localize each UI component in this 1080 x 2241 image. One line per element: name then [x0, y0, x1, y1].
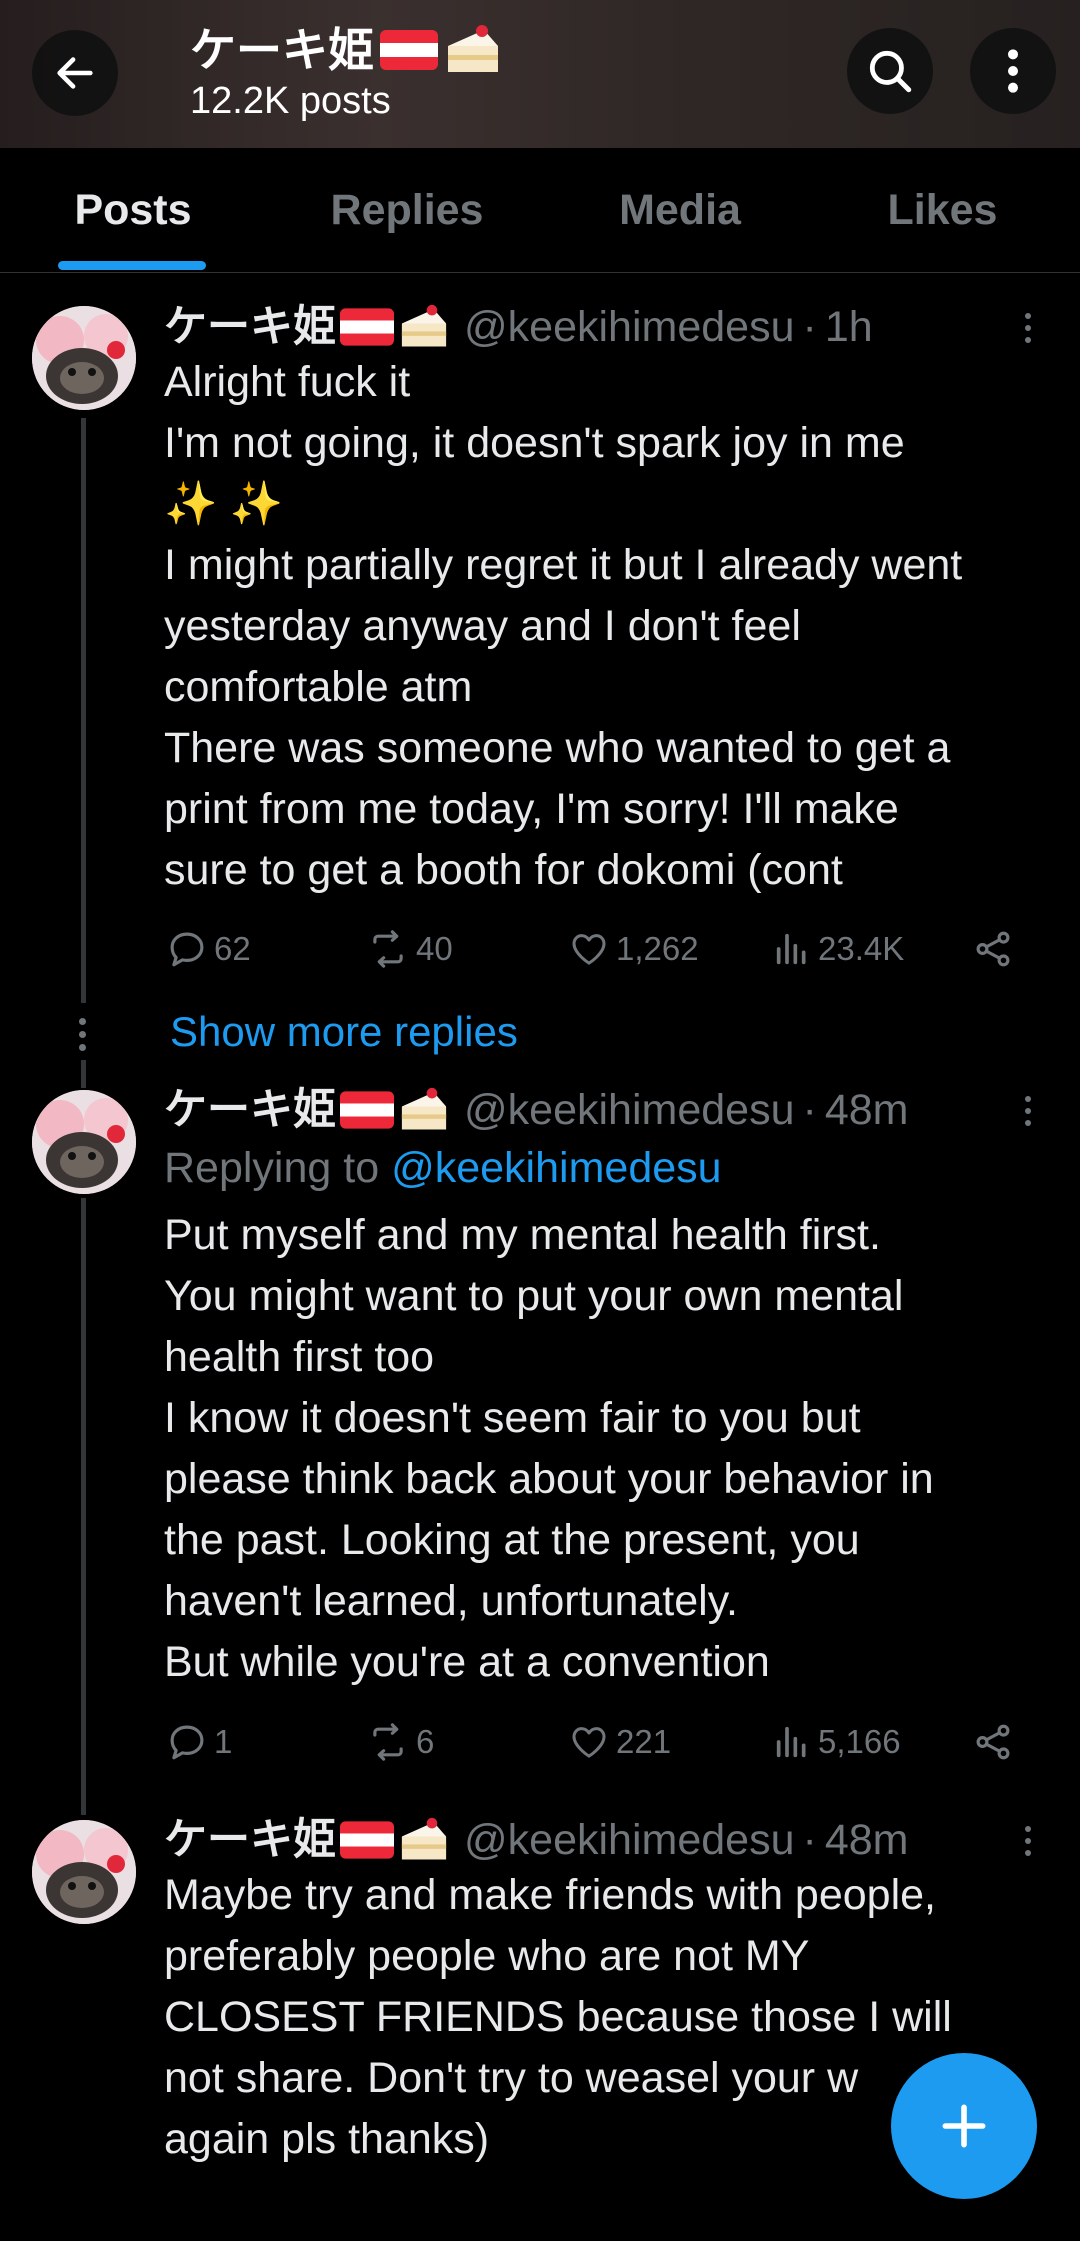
cake-icon: [401, 1817, 447, 1860]
reply-button[interactable]: 62: [166, 921, 251, 977]
post-more-button[interactable]: [1010, 303, 1046, 353]
repost-icon: [373, 1723, 403, 1761]
post-header: ケーキ姫 @keekihimedesu · 48m: [164, 1813, 908, 1867]
share-button[interactable]: [972, 1714, 1014, 1770]
active-tab-indicator: [58, 261, 206, 270]
post-header: ケーキ姫 @keekihimedesu · 48m: [164, 1083, 908, 1137]
post-header: ケーキ姫 @keekihimedesu · 1h: [164, 300, 873, 354]
thread-gap-dots: [79, 1018, 87, 1057]
arrow-left-icon: [57, 57, 93, 89]
more-options-button[interactable]: [970, 28, 1056, 114]
views-button[interactable]: 23.4K: [772, 921, 904, 977]
austria-flag-icon: [340, 1821, 394, 1859]
author-name-text: ケーキ姫: [164, 1816, 336, 1864]
cake-icon: [401, 1087, 447, 1130]
replying-mention[interactable]: @keekihimedesu: [391, 1144, 721, 1192]
profile-name: ケーキ姫: [190, 22, 502, 78]
replying-to: Replying to @keekihimedesu: [164, 1140, 722, 1196]
thread-line: [81, 418, 86, 1003]
tab-posts[interactable]: Posts: [40, 148, 226, 273]
post-time[interactable]: 48m: [825, 1813, 909, 1867]
author-handle[interactable]: @keekihimedesu: [464, 1813, 794, 1867]
profile-header: ケーキ姫 12.2K posts: [0, 0, 1080, 148]
reply-button[interactable]: 1: [166, 1714, 232, 1770]
avatar-image: [32, 1090, 136, 1194]
view-count: 5,166: [818, 1723, 901, 1760]
author-name-text: ケーキ姫: [164, 1086, 336, 1134]
avatar-image: [32, 1820, 136, 1924]
more-vertical-icon: [1025, 1826, 1031, 1856]
more-vertical-icon: [1025, 313, 1031, 343]
repost-count: 6: [416, 1723, 435, 1760]
views-icon: [776, 933, 806, 965]
post-actions: 62 40 1,262 23.4K: [164, 921, 1044, 977]
separator-dot: ·: [802, 303, 817, 351]
austria-flag-icon: [340, 1091, 394, 1129]
repost-button[interactable]: 6: [366, 1714, 434, 1770]
austria-flag-icon: [380, 30, 438, 70]
like-button[interactable]: 1,262: [568, 921, 699, 977]
like-count: 221: [616, 1723, 672, 1760]
reply-count: 1: [214, 1723, 233, 1760]
post-time[interactable]: 48m: [825, 1083, 909, 1137]
thread-line: [81, 1198, 86, 1815]
tab-replies[interactable]: Replies: [300, 148, 514, 273]
separator-dot: ·: [802, 1816, 817, 1864]
post-text: Put myself and my mental health first. Y…: [164, 1211, 934, 1686]
post-more-button[interactable]: [1010, 1816, 1046, 1866]
post-text: Alright fuck it I'm not going, it doesn'…: [164, 358, 963, 894]
cake-icon: [401, 304, 447, 347]
post-time[interactable]: 1h: [825, 300, 873, 354]
repost-count: 40: [416, 930, 453, 967]
tab-likes[interactable]: Likes: [860, 148, 1025, 273]
heart-icon: [572, 1727, 606, 1758]
views-icon: [776, 1726, 806, 1758]
profile-tabs: Posts Replies Media Likes: [0, 148, 1080, 273]
compose-post-button[interactable]: [891, 2053, 1037, 2199]
reply-icon: [170, 1725, 204, 1760]
austria-flag-icon: [340, 308, 394, 346]
share-icon: [976, 931, 1010, 967]
share-icon: [976, 1724, 1010, 1760]
like-button[interactable]: 221: [568, 1714, 671, 1770]
share-button[interactable]: [972, 921, 1014, 977]
show-more-replies-link[interactable]: Show more replies: [170, 1008, 518, 1056]
author-handle[interactable]: @keekihimedesu: [464, 300, 794, 354]
heart-icon: [572, 934, 606, 965]
like-count: 1,262: [616, 930, 699, 967]
reply-count: 62: [214, 930, 251, 967]
avatar[interactable]: [32, 306, 136, 410]
avatar[interactable]: [32, 1090, 136, 1194]
repost-icon: [373, 930, 403, 968]
posts-count: 12.2K posts: [190, 80, 391, 122]
profile-name-text: ケーキ姫: [190, 24, 374, 76]
thread-line: [81, 1060, 86, 1088]
tab-media[interactable]: Media: [590, 148, 770, 273]
views-button[interactable]: 5,166: [772, 1714, 901, 1770]
avatar[interactable]: [32, 1820, 136, 1924]
back-button[interactable]: [32, 30, 118, 116]
plus-icon: [942, 2104, 986, 2148]
more-vertical-icon: [1025, 1096, 1031, 1126]
author-handle[interactable]: @keekihimedesu: [464, 1083, 794, 1137]
post-actions: 1 6 221 5,166: [164, 1714, 1044, 1770]
reply-icon: [170, 932, 204, 967]
replying-label: Replying to: [164, 1144, 392, 1192]
search-icon: [869, 50, 912, 93]
repost-button[interactable]: 40: [366, 921, 453, 977]
header-title-block: ケーキ姫 12.2K posts: [190, 22, 502, 123]
cake-icon: [448, 25, 498, 72]
author-name[interactable]: ケーキ姫: [164, 1813, 450, 1867]
separator-dot: ·: [802, 1086, 817, 1134]
author-name[interactable]: ケーキ姫: [164, 300, 450, 354]
author-name-text: ケーキ姫: [164, 303, 336, 351]
view-count: 23.4K: [818, 930, 905, 967]
avatar-image: [32, 306, 136, 410]
post-more-button[interactable]: [1010, 1086, 1046, 1136]
search-button[interactable]: [847, 28, 933, 114]
more-vertical-icon: [1008, 49, 1018, 93]
author-name[interactable]: ケーキ姫: [164, 1083, 450, 1137]
